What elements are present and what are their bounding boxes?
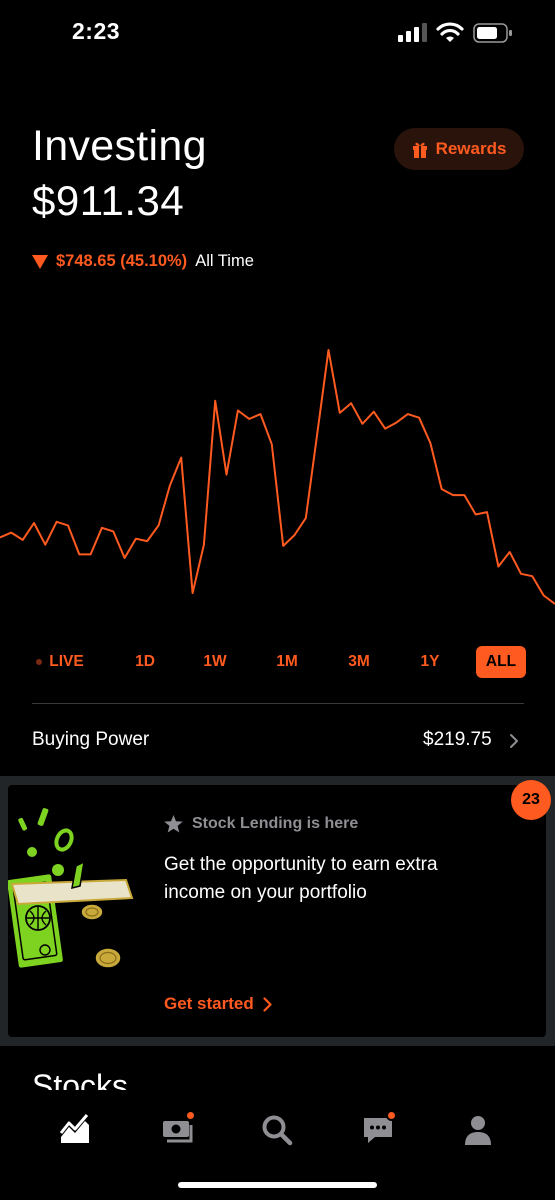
- buying-power-value: $219.75: [423, 729, 492, 750]
- stocks-section: Stocks: [0, 1060, 555, 1090]
- change-period: All Time: [195, 252, 254, 270]
- buying-power-label: Buying Power: [32, 729, 150, 750]
- chart-icon: [59, 1114, 89, 1143]
- stocks-heading: Stocks: [32, 1068, 129, 1090]
- tab-live-label: LIVE: [49, 653, 84, 670]
- page-title: Investing: [32, 122, 207, 170]
- promo-kicker: Stock Lending is here: [164, 815, 358, 833]
- cash-notification-dot: [185, 1110, 196, 1121]
- gift-icon: [412, 142, 427, 158]
- tab-3m[interactable]: 3M: [339, 646, 379, 678]
- promo-description: Get the opportunity to earn extra income…: [164, 854, 438, 903]
- tab-1y[interactable]: 1Y: [410, 646, 450, 678]
- promo-kicker-label: Stock Lending is here: [192, 815, 359, 832]
- divider: [32, 703, 524, 704]
- home-indicator: [178, 1182, 377, 1188]
- account-icon: [465, 1116, 491, 1145]
- tab-1y-label: 1Y: [420, 653, 440, 670]
- nav-account[interactable]: [453, 1108, 503, 1152]
- change-amount: $748.65 (45.10%): [56, 252, 188, 270]
- live-dot-icon: [36, 659, 43, 665]
- chart-line: [0, 349, 555, 605]
- portfolio-balance: $911.34: [32, 177, 185, 224]
- tab-1w[interactable]: 1W: [195, 646, 235, 678]
- wifi-icon: [436, 22, 464, 42]
- nav-messages[interactable]: [353, 1108, 403, 1152]
- nav-investing[interactable]: [50, 1108, 100, 1152]
- tab-1m-label: 1M: [276, 653, 298, 670]
- status-time: 2:23: [72, 18, 121, 44]
- rewards-label: Rewards: [435, 139, 507, 158]
- get-started-link[interactable]: Get started: [164, 994, 272, 1014]
- battery-icon: [473, 23, 512, 43]
- buying-power-row[interactable]: Buying Power $219.75: [0, 720, 555, 762]
- chevron-right-icon: [510, 734, 518, 748]
- tab-1w-label: 1W: [203, 653, 227, 670]
- tab-1d-label: 1D: [135, 653, 155, 670]
- tab-1d[interactable]: 1D: [125, 646, 165, 678]
- search-icon: [262, 1115, 293, 1146]
- get-started-label: Get started: [164, 994, 254, 1013]
- portfolio-chart[interactable]: [0, 300, 555, 620]
- nav-cash[interactable]: [152, 1108, 202, 1152]
- star-icon: [164, 815, 183, 833]
- tab-3m-label: 3M: [348, 653, 370, 670]
- notification-count-badge: 23: [511, 780, 551, 820]
- signal-icon: [398, 23, 427, 42]
- time-range-selector: LIVE 1D 1W 1M 3M 1Y ALL: [30, 646, 530, 678]
- rewards-button[interactable]: Rewards: [394, 128, 524, 170]
- tab-all[interactable]: ALL: [476, 646, 526, 678]
- triangle-down-icon: [32, 254, 48, 269]
- nav-search[interactable]: [252, 1108, 302, 1152]
- tab-all-label: ALL: [485, 653, 517, 670]
- stock-lending-illustration: [8, 808, 134, 970]
- tab-live[interactable]: LIVE: [30, 646, 90, 678]
- chevron-right-icon: [263, 996, 272, 1012]
- tab-1m[interactable]: 1M: [267, 646, 307, 678]
- messages-notification-dot: [386, 1110, 397, 1121]
- balance-change: $748.65 (45.10%) All Time: [32, 252, 254, 271]
